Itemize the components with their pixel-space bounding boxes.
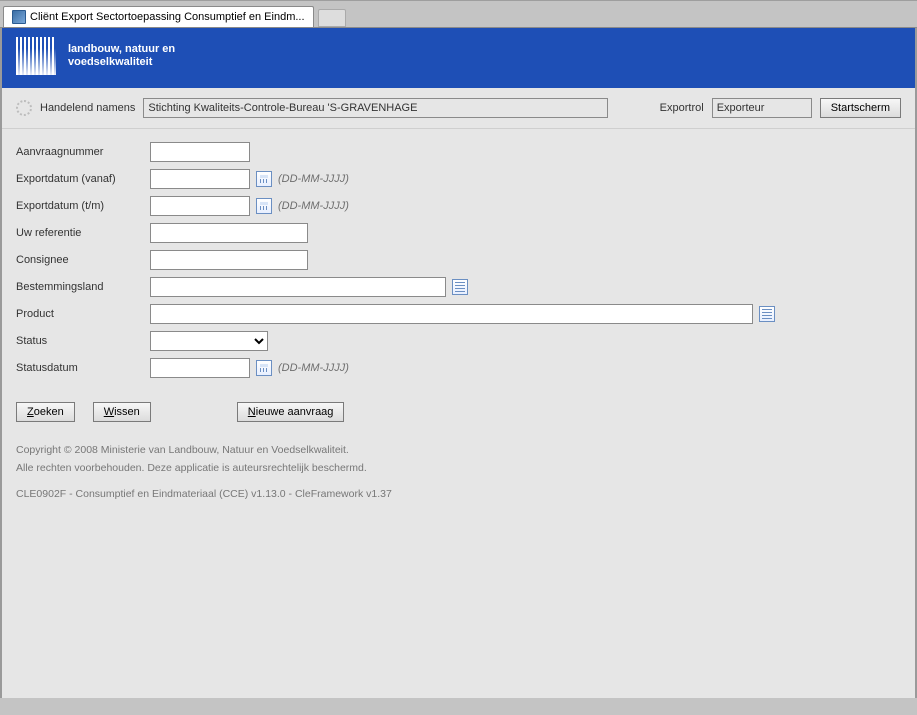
product-label: Product [16,308,144,320]
handelend-namens-input[interactable] [143,98,608,118]
ministry-logo-icon [16,37,56,75]
footer-version: CLE0902F - Consumptief en Eindmateriaal … [16,486,901,504]
bestemmingsland-label: Bestemmingsland [16,281,144,293]
exportrol-label: Exportrol [660,102,704,114]
loading-spinner-icon [16,100,32,116]
ministry-name: landbouw, natuur en voedselkwaliteit [68,43,175,69]
action-buttons: Zoeken Wissen Nieuwe aanvraag [2,384,915,434]
consignee-input[interactable] [150,250,308,270]
footer-rights: Alle rechten voorbehouden. Deze applicat… [16,460,901,478]
app-favicon-icon [12,10,26,24]
ministry-banner: landbouw, natuur en voedselkwaliteit [2,28,915,88]
app-container: landbouw, natuur en voedselkwaliteit Han… [0,28,917,698]
tab-title: Cliënt Export Sectortoepassing Consumpti… [30,11,305,23]
aanvraagnummer-label: Aanvraagnummer [16,146,144,158]
status-select[interactable] [150,331,268,351]
statusdatum-label: Statusdatum [16,362,144,374]
browser-tab-active[interactable]: Cliënt Export Sectortoepassing Consumpti… [3,6,314,27]
statusdatum-input[interactable] [150,358,250,378]
exportdatum-vanaf-input[interactable] [150,169,250,189]
date-format-hint: (DD-MM-JJJJ) [278,173,349,185]
bestemmingsland-input[interactable] [150,277,446,297]
lookup-icon[interactable] [759,306,775,322]
exportdatum-tm-input[interactable] [150,196,250,216]
uw-referentie-label: Uw referentie [16,227,144,239]
new-tab-button[interactable] [318,9,346,27]
wissen-label: issen [114,406,140,418]
wissen-button[interactable]: Wissen [93,402,151,422]
date-format-hint: (DD-MM-JJJJ) [278,362,349,374]
browser-tabstrip: Cliënt Export Sectortoepassing Consumpti… [0,6,917,28]
date-format-hint: (DD-MM-JJJJ) [278,200,349,212]
consignee-label: Consignee [16,254,144,266]
aanvraagnummer-input[interactable] [150,142,250,162]
exportrol-input[interactable] [712,98,812,118]
exportdatum-tm-label: Exportdatum (t/m) [16,200,144,212]
status-label: Status [16,335,144,347]
footer: Copyright © 2008 Ministerie van Landbouw… [2,434,915,520]
zoeken-label: oeken [34,406,64,418]
exportdatum-vanaf-label: Exportdatum (vanaf) [16,173,144,185]
search-form: Aanvraagnummer Exportdatum (vanaf) (DD-M… [2,129,915,379]
uw-referentie-input[interactable] [150,223,308,243]
startscherm-button[interactable]: Startscherm [820,98,901,118]
context-bar: Handelend namens Exportrol Startscherm [2,88,915,129]
calendar-icon[interactable] [256,171,272,187]
lookup-icon[interactable] [452,279,468,295]
calendar-icon[interactable] [256,198,272,214]
calendar-icon[interactable] [256,360,272,376]
product-input[interactable] [150,304,753,324]
footer-copyright: Copyright © 2008 Ministerie van Landbouw… [16,442,901,460]
handelend-namens-label: Handelend namens [40,102,135,114]
nieuwe-aanvraag-button[interactable]: Nieuwe aanvraag [237,402,345,422]
zoeken-button[interactable]: Zoeken [16,402,75,422]
nieuwe-label: ieuwe aanvraag [256,406,334,418]
